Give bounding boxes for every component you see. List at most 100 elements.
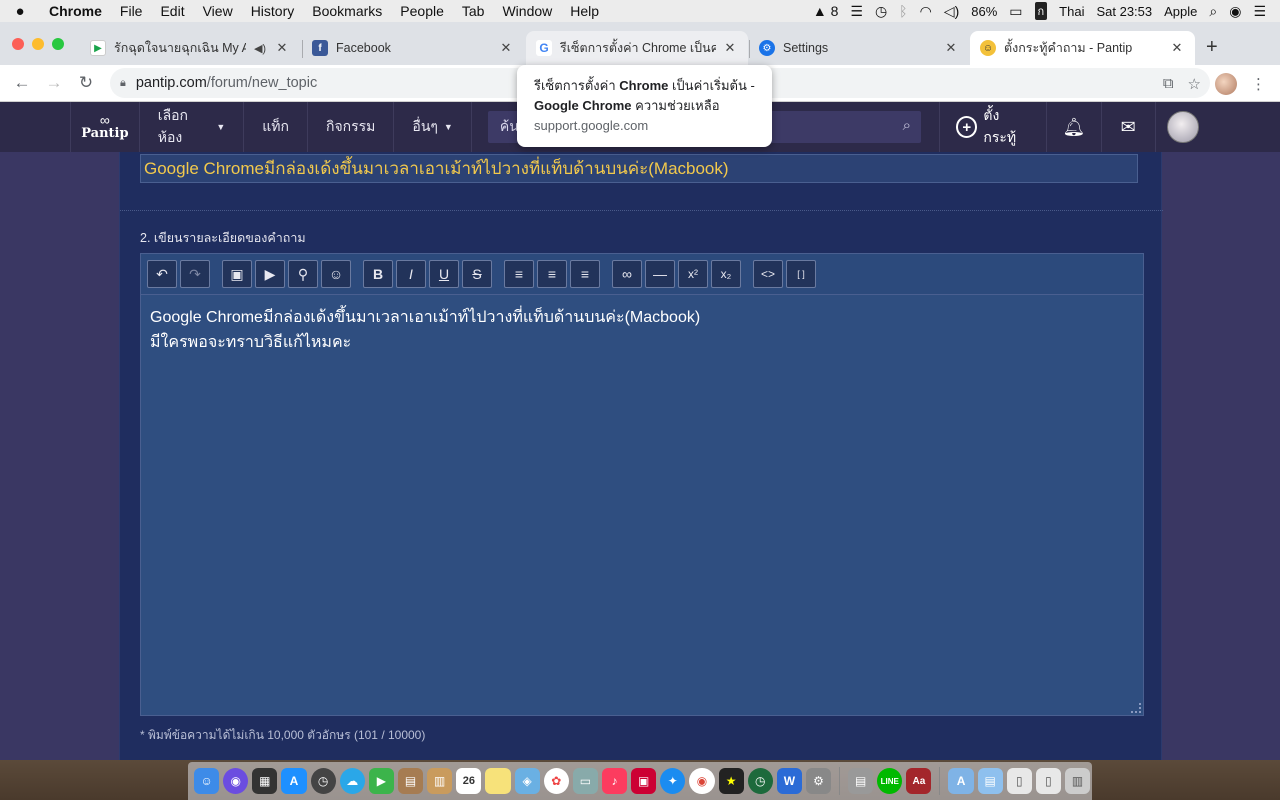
bookmark-star-icon[interactable]: ☆ <box>1188 75 1201 93</box>
bluetooth-icon[interactable]: ᛒ <box>899 3 907 19</box>
undo-icon[interactable]: ↶ <box>147 260 177 288</box>
lock-icon[interactable]: 🔒︎ <box>120 77 126 90</box>
tab-chrome-reset-help[interactable]: G รีเซ็ตการตั้งค่า Chrome เป็นค่าเ ✕ <box>526 31 748 65</box>
mail-icon[interactable]: ✉ <box>1102 102 1156 152</box>
video-icon[interactable]: ▶ <box>255 260 285 288</box>
pantip-logo[interactable]: ∞ Pantip <box>70 102 140 152</box>
code-icon[interactable]: <> <box>753 260 783 288</box>
menu-file[interactable]: File <box>111 3 152 19</box>
drive-icon[interactable]: ☰ <box>850 3 863 20</box>
facetime-icon[interactable]: ▶ <box>368 768 394 794</box>
documents-folder-icon[interactable]: ▤ <box>977 768 1003 794</box>
siri-dock-icon[interactable]: ◉ <box>223 768 249 794</box>
word-icon[interactable]: W <box>776 768 802 794</box>
notes-book-icon[interactable]: ▥ <box>427 768 453 794</box>
imovie-star-icon[interactable]: ★ <box>718 768 744 794</box>
translate-icon[interactable]: ⧉ <box>1163 75 1174 92</box>
menu-view[interactable]: View <box>194 3 242 19</box>
align-center-icon[interactable]: ≡ <box>537 260 567 288</box>
horizontal-rule-icon[interactable]: — <box>645 260 675 288</box>
close-window-button[interactable] <box>12 38 24 50</box>
minimize-window-button[interactable] <box>32 38 44 50</box>
dictionary-icon[interactable]: Aa <box>906 768 932 794</box>
user-avatar-button[interactable] <box>1156 102 1210 152</box>
align-left-icon[interactable]: ≡ <box>504 260 534 288</box>
search-icon[interactable]: ⌕ <box>903 117 911 134</box>
menu-chrome[interactable]: Chrome <box>40 3 111 19</box>
underline-icon[interactable]: U <box>429 260 459 288</box>
stickies-icon[interactable] <box>485 768 511 794</box>
image-icon[interactable]: ▣ <box>222 260 252 288</box>
line-app-icon[interactable]: LINE <box>877 768 903 794</box>
system-preferences-icon[interactable]: ⚙ <box>805 768 832 794</box>
emoji-icon[interactable]: ☺ <box>321 260 351 288</box>
photo-booth-icon[interactable]: ▣ <box>631 768 657 794</box>
menubar-user[interactable]: Apple <box>1164 4 1197 19</box>
applications-folder-icon[interactable]: A <box>948 768 974 794</box>
itunes-icon[interactable]: ♪ <box>601 768 628 794</box>
time-machine-dock-icon[interactable]: ◷ <box>747 768 773 794</box>
apple-menu-icon[interactable]: ● <box>0 3 40 20</box>
volume-icon[interactable]: ◁) <box>944 3 959 20</box>
finder-icon[interactable]: ☺ <box>194 768 220 794</box>
zoom-window-button[interactable] <box>52 38 64 50</box>
menu-edit[interactable]: Edit <box>151 3 193 19</box>
adobe-icon[interactable]: ▲ 8 <box>813 3 839 19</box>
bold-icon[interactable]: B <box>363 260 393 288</box>
italic-icon[interactable]: I <box>396 260 426 288</box>
wifi-icon[interactable]: ◠ <box>920 3 932 20</box>
tab-audio-icon[interactable]: ◀) <box>252 42 268 55</box>
dashboard-icon[interactable]: ◷ <box>310 768 336 794</box>
input-source-icon[interactable]: ก <box>1034 2 1048 20</box>
nav-more[interactable]: อื่นๆ ▼ <box>394 102 472 152</box>
back-icon[interactable]: ← <box>6 73 38 93</box>
topic-title-input[interactable]: Google Chromeมีกล่องเด้งขึ้นมาเวลาเอาเม้… <box>140 154 1138 183</box>
contacts-icon[interactable]: ▤ <box>397 768 424 794</box>
tab-facebook[interactable]: f Facebook ✕ <box>302 31 524 65</box>
new-topic-button[interactable]: + ตั้งกระทู้ <box>939 102 1048 152</box>
notes-icon[interactable]: ▤ <box>848 768 874 794</box>
profile-avatar[interactable] <box>1215 72 1237 95</box>
forward-icon[interactable]: → <box>38 73 70 93</box>
menubar-clock[interactable]: Sat 23:53 <box>1096 4 1152 19</box>
photos-icon[interactable]: ✿ <box>543 768 569 794</box>
strikethrough-icon[interactable]: S <box>462 260 492 288</box>
spoil-icon[interactable]: [ ] <box>786 260 816 288</box>
superscript-icon[interactable]: x² <box>678 260 708 288</box>
tab-close-icon[interactable]: ✕ <box>722 40 738 56</box>
tab-close-icon[interactable]: ✕ <box>498 40 514 56</box>
tab-close-icon[interactable]: ✕ <box>1169 40 1185 56</box>
menu-people[interactable]: People <box>391 3 453 19</box>
notification-center-icon[interactable]: ☰ <box>1253 3 1266 20</box>
editor-resize-handle[interactable] <box>1131 703 1141 713</box>
tab-pantip-new-topic[interactable]: ☺ ตั้งกระทู้คำถาม - Pantip ✕ <box>970 31 1195 65</box>
time-machine-icon[interactable]: ◷ <box>875 3 887 20</box>
menu-help[interactable]: Help <box>561 3 608 19</box>
reload-icon[interactable]: ↻ <box>70 73 102 93</box>
menu-tab[interactable]: Tab <box>453 3 494 19</box>
nav-tags[interactable]: แท็ก <box>244 102 308 152</box>
file-document-icon[interactable]: ▯ <box>1035 768 1062 794</box>
tab-my-ambulance[interactable]: ▶ รักฉุดใจนายฉุกเฉิน My Am ◀) ✕ <box>80 31 300 65</box>
tab-settings[interactable]: ⚙ Settings ✕ <box>749 31 969 65</box>
align-right-icon[interactable]: ≡ <box>570 260 600 288</box>
maps-icon[interactable]: ◈ <box>514 768 540 794</box>
pdf-document-icon[interactable]: ▯ <box>1006 768 1032 794</box>
menu-history[interactable]: History <box>242 3 304 19</box>
link-icon[interactable]: ∞ <box>612 260 642 288</box>
safari-icon[interactable]: ✦ <box>660 768 686 794</box>
tab-close-icon[interactable]: ✕ <box>274 40 290 56</box>
mission-control-icon[interactable]: ▦ <box>252 768 278 794</box>
notification-bell-icon[interactable]: 🔔︎ <box>1047 102 1102 152</box>
chrome-dock-icon[interactable]: ◉ <box>689 768 715 794</box>
app-store-icon[interactable]: A <box>281 768 307 794</box>
editor-body[interactable]: Google Chromeมีกล่องเด้งขึ้นมาเวลาเอาเม้… <box>141 295 1143 365</box>
calendar-icon[interactable]: 26 <box>456 768 482 794</box>
trash-icon[interactable]: ▥ <box>1065 768 1091 794</box>
input-source-label[interactable]: Thai <box>1059 4 1084 19</box>
nav-activities[interactable]: กิจกรรม <box>308 102 395 152</box>
spotlight-icon[interactable]: ⌕ <box>1209 3 1217 20</box>
image-capture-icon[interactable]: ▭ <box>572 768 598 794</box>
battery-icon[interactable]: ▭ <box>1009 3 1022 20</box>
menu-bookmarks[interactable]: Bookmarks <box>303 3 391 19</box>
